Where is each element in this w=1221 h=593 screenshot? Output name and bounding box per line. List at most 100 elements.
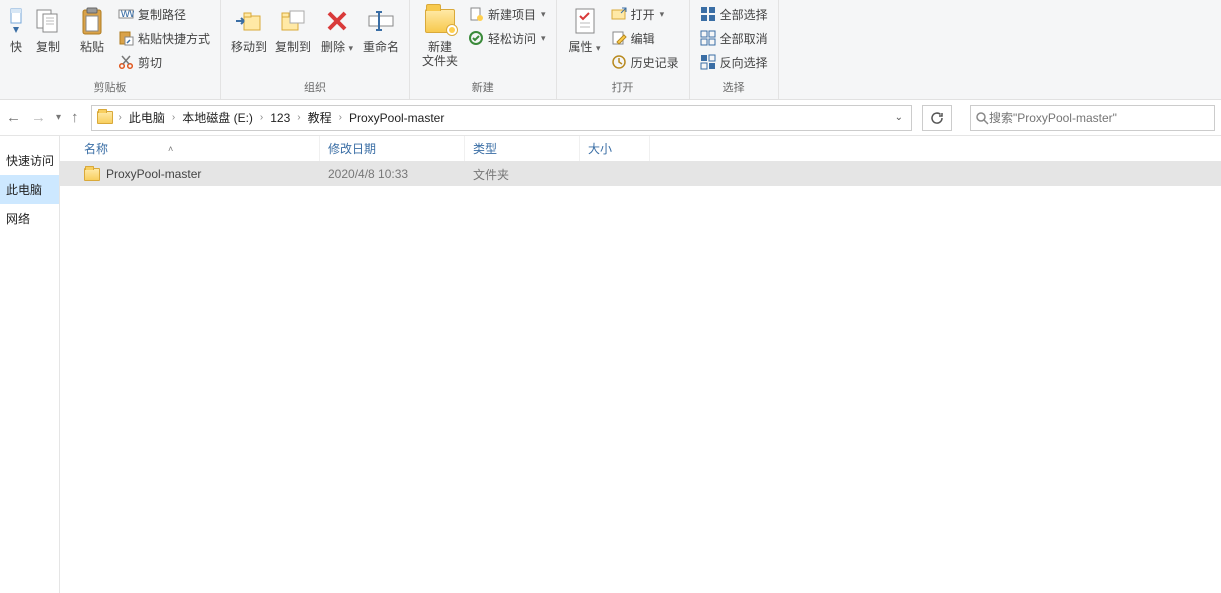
paste-icon	[79, 4, 105, 38]
history-label: 历史记录	[631, 54, 679, 71]
copy-to-icon	[278, 4, 308, 38]
rename-button[interactable]: 重命名	[359, 2, 403, 54]
easy-access-label: 轻松访问	[488, 30, 536, 47]
organize-group-label: 组织	[304, 75, 326, 99]
scissors-icon	[118, 54, 134, 70]
breadcrumb-sep-icon[interactable]: ›	[116, 112, 125, 123]
search-box[interactable]	[970, 105, 1215, 131]
sidebar-item-network[interactable]: 网络	[0, 204, 59, 233]
breadcrumb-sep-icon[interactable]: ›	[169, 112, 178, 123]
breadcrumb-sep-icon[interactable]: ›	[336, 112, 345, 123]
search-input[interactable]	[989, 111, 1210, 125]
chevron-down-icon: ▾	[541, 9, 546, 20]
nav-up-button[interactable]: ↑	[71, 109, 79, 126]
search-icon	[975, 111, 989, 125]
ribbon: 快 复制 粘贴 ww 复制路径 粘贴快捷方式	[0, 0, 1221, 100]
refresh-icon	[930, 111, 944, 125]
column-name-label: 名称	[84, 140, 108, 157]
open-icon	[611, 6, 627, 22]
select-all-label: 全部选择	[720, 6, 768, 23]
breadcrumb-item[interactable]: 本地磁盘 (E:)	[178, 109, 257, 126]
select-invert-label: 反向选择	[720, 54, 768, 71]
column-date-label: 修改日期	[328, 140, 376, 157]
copy-to-label: 复制到	[275, 40, 311, 54]
path-icon: ww	[118, 6, 134, 22]
sort-indicator-icon: ˄	[168, 144, 173, 154]
nav-recent-button[interactable]: ▾	[56, 112, 61, 123]
copy-path-button[interactable]: ww 复制路径	[118, 4, 210, 24]
paste-button[interactable]: 粘贴	[70, 2, 114, 54]
column-header-type[interactable]: 类型	[465, 136, 580, 161]
select-group-label: 选择	[723, 75, 745, 99]
nav-forward-button[interactable]: →	[31, 109, 46, 126]
column-type-label: 类型	[473, 140, 497, 157]
column-header-size[interactable]: 大小	[580, 136, 650, 161]
delete-label: 删除	[321, 40, 345, 54]
quick-label: 快	[10, 40, 22, 54]
chevron-down-icon: ▾	[541, 33, 546, 44]
column-header-name[interactable]: 名称 ˄	[60, 136, 320, 161]
delete-caret-icon: ▾	[346, 43, 353, 53]
rename-label: 重命名	[363, 40, 399, 54]
ribbon-group-organize: 移动到 复制到 删除 ▾ 重命名 组织	[221, 0, 410, 99]
breadcrumb-sep-icon[interactable]: ›	[294, 112, 303, 123]
refresh-button[interactable]	[922, 105, 952, 131]
sidebar-item-quick-access[interactable]: 快速访问	[0, 146, 59, 175]
select-invert-icon	[700, 54, 716, 70]
delete-button[interactable]: 删除 ▾	[315, 2, 359, 55]
breadcrumb-item[interactable]: 此电脑	[125, 109, 169, 126]
column-headers: 名称 ˄ 修改日期 类型 大小	[60, 136, 1221, 162]
pin-icon	[8, 4, 24, 38]
file-name: ProxyPool-master	[106, 167, 201, 181]
new-item-button[interactable]: 新建项目 ▾	[468, 4, 546, 24]
edit-label: 编辑	[631, 30, 655, 47]
paste-shortcut-button[interactable]: 粘贴快捷方式	[118, 28, 210, 48]
select-invert-button[interactable]: 反向选择	[700, 52, 768, 72]
address-bar: ← → ▾ ↑ › 此电脑› 本地磁盘 (E:)› 123› 教程› Proxy…	[0, 100, 1221, 136]
breadcrumb-item[interactable]: 123	[266, 111, 294, 125]
sidebar-item-this-pc[interactable]: 此电脑	[0, 175, 59, 204]
breadcrumb-item[interactable]: ProxyPool-master	[345, 111, 448, 125]
copy-button[interactable]: 复制	[26, 2, 70, 54]
select-none-label: 全部取消	[720, 30, 768, 47]
quick-access-button[interactable]: 快	[6, 2, 26, 54]
select-all-button[interactable]: 全部选择	[700, 4, 768, 24]
easy-access-button[interactable]: 轻松访问 ▾	[468, 28, 546, 48]
breadcrumb-sep-icon[interactable]: ›	[257, 112, 266, 123]
content-area: 快速访问 此电脑 网络 名称 ˄ 修改日期 类型 大小 ProxyPool-ma…	[0, 136, 1221, 593]
file-date: 2020/4/8 10:33	[320, 167, 465, 181]
folder-icon	[84, 168, 100, 181]
history-button[interactable]: 历史记录	[611, 52, 679, 72]
clipboard-group-label: 剪贴板	[94, 75, 127, 99]
copy-to-button[interactable]: 复制到	[271, 2, 315, 54]
ribbon-group-select: 全部选择 全部取消 反向选择 选择	[690, 0, 779, 99]
move-to-button[interactable]: 移动到	[227, 2, 271, 54]
chevron-down-icon: ▾	[594, 43, 601, 53]
file-row[interactable]: ProxyPool-master 2020/4/8 10:33 文件夹	[60, 162, 1221, 186]
properties-icon	[572, 4, 598, 38]
column-size-label: 大小	[588, 140, 612, 157]
new-folder-button[interactable]: 新建 文件夹	[416, 2, 464, 68]
breadcrumb-item[interactable]: 教程	[304, 109, 336, 126]
open-group-label: 打开	[612, 75, 634, 99]
cut-label: 剪切	[138, 54, 162, 71]
new-group-label: 新建	[472, 75, 494, 99]
edit-button[interactable]: 编辑	[611, 28, 679, 48]
breadcrumb-bar[interactable]: › 此电脑› 本地磁盘 (E:)› 123› 教程› ProxyPool-mas…	[91, 105, 912, 131]
new-folder-label: 新建 文件夹	[422, 40, 458, 68]
copy-icon	[35, 4, 61, 38]
select-all-icon	[700, 6, 716, 22]
nav-back-button[interactable]: ←	[6, 109, 21, 126]
delete-icon	[324, 4, 350, 38]
paste-label: 粘贴	[80, 40, 104, 54]
breadcrumb-dropdown-button[interactable]: ⌄	[895, 112, 903, 123]
cut-button[interactable]: 剪切	[118, 52, 210, 72]
properties-button[interactable]: 属性 ▾	[563, 2, 607, 55]
column-header-date[interactable]: 修改日期	[320, 136, 465, 161]
select-none-button[interactable]: 全部取消	[700, 28, 768, 48]
select-none-icon	[700, 30, 716, 46]
history-icon	[611, 54, 627, 70]
open-button[interactable]: 打开▾	[611, 4, 679, 24]
rename-icon	[366, 4, 396, 38]
new-item-label: 新建项目	[488, 6, 536, 23]
